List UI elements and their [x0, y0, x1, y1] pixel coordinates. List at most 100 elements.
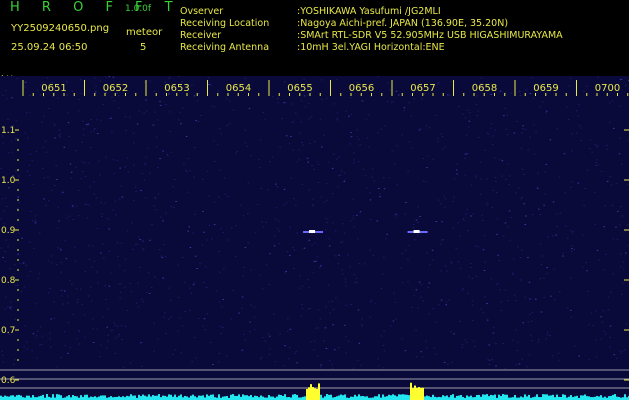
- noise-speck: [93, 260, 96, 262]
- noise-speck: [88, 162, 90, 164]
- noise-speck: [441, 148, 444, 150]
- noise-speck: [546, 272, 548, 274]
- noise-speck: [193, 95, 196, 97]
- noise-speck: [387, 82, 389, 84]
- noise-speck: [340, 170, 343, 172]
- noise-speck: [63, 146, 65, 148]
- noise-speck: [395, 90, 398, 92]
- level-bar: [528, 394, 530, 400]
- level-bar: [336, 396, 338, 400]
- noise-speck: [68, 215, 71, 217]
- noise-speck: [134, 186, 137, 188]
- noise-speck: [585, 262, 587, 264]
- noise-speck: [108, 228, 110, 230]
- noise-speck: [90, 300, 93, 302]
- noise-speck: [315, 260, 317, 262]
- noise-speck: [432, 308, 435, 310]
- noise-speck: [537, 172, 539, 174]
- noise-speck: [29, 210, 32, 212]
- noise-speck: [578, 104, 580, 106]
- level-bar: [580, 395, 582, 400]
- noise-speck: [219, 127, 221, 129]
- noise-speck: [444, 146, 446, 148]
- noise-speck: [393, 292, 395, 294]
- noise-speck: [69, 279, 71, 281]
- noise-speck: [503, 115, 505, 117]
- noise-speck: [420, 296, 422, 298]
- level-bar: [60, 395, 62, 400]
- noise-speck: [64, 345, 66, 346]
- noise-speck: [80, 93, 83, 94]
- level-bar: [202, 395, 204, 400]
- level-bar: [170, 394, 172, 400]
- noise-speck: [311, 204, 314, 206]
- noise-speck: [332, 324, 334, 326]
- noise-speck: [285, 271, 287, 272]
- noise-speck: [308, 239, 310, 241]
- noise-speck: [194, 336, 196, 338]
- level-bar: [86, 394, 88, 400]
- noise-speck: [361, 100, 364, 102]
- noise-speck: [92, 318, 94, 320]
- level-bar: [26, 395, 28, 400]
- noise-speck: [365, 119, 367, 121]
- noise-speck: [440, 299, 443, 301]
- noise-speck: [284, 81, 286, 83]
- noise-speck: [61, 289, 64, 291]
- noise-speck: [153, 322, 155, 324]
- noise-speck: [183, 163, 185, 165]
- noise-speck: [625, 323, 628, 325]
- noise-speck: [151, 224, 153, 225]
- noise-speck: [9, 268, 11, 270]
- noise-speck: [497, 254, 499, 256]
- noise-speck: [389, 325, 392, 327]
- noise-speck: [276, 228, 279, 229]
- noise-speck: [112, 209, 114, 211]
- noise-speck: [316, 355, 319, 357]
- level-bar: [482, 394, 484, 400]
- noise-speck: [586, 270, 588, 272]
- noise-speck: [340, 241, 342, 243]
- noise-speck: [511, 272, 514, 274]
- noise-speck: [588, 324, 590, 326]
- noise-speck: [114, 353, 117, 354]
- noise-speck: [320, 364, 322, 366]
- noise-speck: [354, 282, 357, 284]
- noise-speck: [137, 236, 140, 238]
- noise-speck: [488, 359, 490, 361]
- level-bar: [598, 396, 600, 400]
- noise-speck: [471, 300, 474, 302]
- noise-speck: [187, 158, 190, 159]
- noise-speck: [552, 201, 555, 203]
- noise-speck: [208, 225, 211, 226]
- level-bar: [608, 396, 610, 400]
- level-bar: [184, 395, 186, 400]
- meteor-echo-head: [413, 230, 420, 233]
- noise-speck: [89, 186, 91, 188]
- noise-speck: [244, 142, 247, 144]
- noise-speck: [166, 153, 168, 155]
- noise-speck: [317, 309, 320, 311]
- noise-speck: [419, 127, 422, 129]
- noise-speck: [135, 302, 138, 304]
- noise-speck: [405, 202, 407, 203]
- noise-speck: [594, 144, 596, 146]
- noise-speck: [140, 342, 142, 344]
- noise-speck: [529, 136, 531, 138]
- noise-speck: [78, 343, 81, 345]
- noise-speck: [60, 290, 62, 291]
- level-bar: [502, 394, 504, 400]
- noise-speck: [301, 285, 304, 287]
- noise-speck: [57, 97, 59, 99]
- noise-speck: [7, 246, 9, 248]
- noise-speck: [582, 234, 584, 236]
- level-bar: [484, 394, 486, 400]
- noise-speck: [414, 239, 416, 241]
- noise-speck: [100, 344, 102, 346]
- noise-speck: [113, 322, 115, 324]
- noise-speck: [281, 118, 283, 120]
- noise-speck: [461, 344, 464, 346]
- noise-speck: [43, 198, 45, 200]
- noise-speck: [177, 119, 180, 121]
- level-bar: [412, 388, 414, 400]
